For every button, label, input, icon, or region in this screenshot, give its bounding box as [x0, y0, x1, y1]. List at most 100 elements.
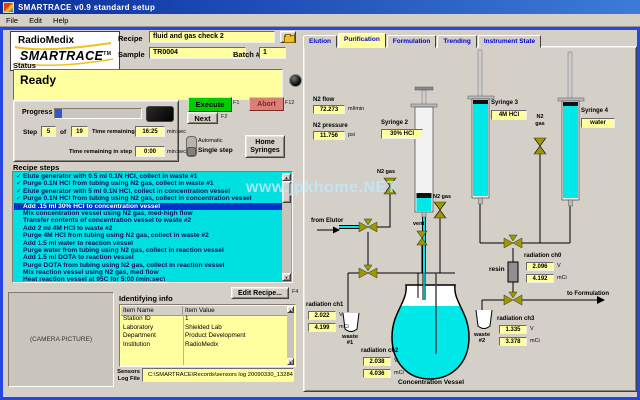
tab-instrument-state[interactable]: Instrument State: [478, 35, 541, 48]
sample-input[interactable]: TR0004: [149, 47, 246, 59]
home-syringes-label: Home Syringes: [248, 139, 282, 154]
info-item-name: Station ID: [121, 315, 183, 324]
recipe-step[interactable]: ✓Elute generator with 0.5 ml 0.1N HCl, c…: [14, 173, 282, 180]
info-item-value: 1: [183, 315, 287, 324]
recipe-step[interactable]: Purge 4M HCl from tubing using N2 gas, c…: [14, 232, 282, 239]
info-col-name: Item Name: [121, 306, 183, 315]
progress-bar: [54, 108, 142, 119]
edit-recipe-button[interactable]: Edit Recipe...: [231, 287, 289, 299]
syringe3-label: Syringe 3: [491, 100, 518, 106]
syringe4-graphic: [558, 52, 584, 206]
vent-label: vent: [413, 221, 424, 227]
next-fkey: F2: [221, 114, 227, 120]
execute-button[interactable]: Execute: [188, 97, 232, 112]
folder-icon: [284, 35, 295, 43]
home-syringes-button[interactable]: Home Syringes: [245, 135, 285, 158]
status-led: [289, 74, 302, 87]
recipe-step[interactable]: Add 1.5 ml water to reaction vessel: [14, 240, 282, 247]
identifying-info-table: Item Name Item Value Station ID1Laborato…: [119, 304, 296, 367]
info-item-name: Institution: [121, 341, 183, 350]
menu-bar: File Edit Help: [0, 14, 640, 27]
recipe-step-text: Elute generator with 0.5 ml 0.1N HCl, co…: [23, 173, 197, 180]
tab-trending[interactable]: Trending: [437, 35, 476, 48]
recipe-step[interactable]: Purge water from tubing using N2 gas, co…: [14, 247, 282, 254]
info-row[interactable]: LaboratoryShielded Lab: [121, 324, 287, 333]
log-file-path[interactable]: C:\SMARTRACE\Records\sensors log 2009033…: [142, 368, 294, 382]
radiation-ch1-volts-unit: V: [339, 312, 343, 318]
check-icon: ✓: [16, 180, 23, 187]
syringe4-content: water: [581, 118, 615, 128]
scroll-thumb[interactable]: [282, 181, 291, 203]
recipe-step-text: Purge 0.1N HCl from tubing using N2 gas,…: [23, 195, 252, 202]
waste2-line2: #2: [469, 338, 495, 344]
waste2-label: waste #2: [469, 332, 495, 345]
recipe-step[interactable]: Purge DOTA from tubing using N2 gas, col…: [14, 262, 282, 269]
recipe-step-text: Elute generator with 5 ml 0.1N HCl, coll…: [23, 188, 230, 195]
mode-single-step-label: Single step: [198, 147, 233, 154]
log-file-label-line2: Log File: [112, 376, 140, 383]
junction-valve-3: [504, 235, 522, 248]
info-scrollbar[interactable]: ▲ ▼: [287, 306, 294, 365]
syringe2-label: Syringe 2: [381, 120, 408, 126]
radiation-ch3-activity: 3.378: [499, 337, 527, 346]
menu-help[interactable]: Help: [53, 16, 68, 25]
n2-gas-label-left: N2 gas: [377, 169, 395, 175]
radiation-ch3-label: radiation ch3: [497, 316, 534, 322]
tab-elution[interactable]: Elution: [303, 35, 337, 48]
open-recipe-button[interactable]: [280, 31, 296, 43]
next-button[interactable]: Next: [187, 112, 218, 124]
waste1-line2: #1: [337, 340, 363, 346]
recipe-step-text: Transfer contents of concentration vesse…: [23, 217, 191, 224]
step-label: Step: [23, 129, 37, 136]
radiation-ch2-volts-unit: V: [394, 358, 398, 364]
recipe-step[interactable]: ✓Purge 0.1N HCl from tubing using N2 gas…: [14, 180, 282, 187]
steps-scrollbar[interactable]: ▲ ▼: [282, 173, 291, 281]
recipe-step[interactable]: Heat reaction vessel at 95C for 5:00 (mi…: [14, 276, 282, 281]
tab-formulation[interactable]: Formulation: [387, 35, 437, 48]
info-row[interactable]: InstitutionRadioMedix: [121, 341, 287, 350]
title-bar[interactable]: SMARTRACE v0.9 standard setup: [0, 0, 640, 14]
recipe-step[interactable]: ✓Add .15 ml 30% HCl to concentration ves…: [14, 203, 282, 210]
recipe-step-text: Mix reaction vessel using N2 gas, med fl…: [23, 269, 159, 276]
scroll-up-icon[interactable]: ▲: [282, 173, 291, 181]
radiation-ch0-volts-unit: V: [557, 263, 561, 269]
tab-purification[interactable]: Purification: [338, 33, 386, 48]
recipe-step[interactable]: ✓Elute generator with 5 ml 0.1N HCl, col…: [14, 188, 282, 195]
info-scroll-up-icon[interactable]: ▲: [287, 306, 294, 313]
trademark: TM: [103, 51, 111, 57]
menu-edit[interactable]: Edit: [29, 16, 42, 25]
from-elutor-arrow: [333, 227, 340, 234]
mode-automatic-label: Automatic: [198, 138, 222, 144]
edit-recipe-fkey: F4: [292, 289, 298, 295]
recipe-steps-list: ✓Elute generator with 0.5 ml 0.1N HCl, c…: [12, 171, 293, 283]
app-icon: [3, 2, 14, 13]
status-text: Ready: [20, 73, 56, 87]
recipe-step-text: Mix concentration vessel using N2 gas, m…: [23, 210, 193, 217]
toggle-knob: [187, 147, 196, 156]
radiation-ch1-label: radiation ch1: [306, 302, 343, 308]
recipe-step[interactable]: Mix reaction vessel using N2 gas, med fl…: [14, 269, 282, 276]
brand-radiomedix: RadioMedix: [18, 35, 74, 46]
junction-valve-4: [504, 292, 522, 305]
scroll-down-icon[interactable]: ▼: [282, 273, 291, 281]
recipe-input[interactable]: fluid and gas check 2: [149, 31, 275, 43]
recipe-step[interactable]: Add 1.5 ml DOTA to reaction vessel: [14, 254, 282, 261]
recipe-step[interactable]: Add 2 ml 4M HCl to waste #2: [14, 225, 282, 232]
recipe-step[interactable]: ✓Purge 0.1N HCl from tubing using N2 gas…: [14, 195, 282, 202]
info-scroll-down-icon[interactable]: ▼: [287, 358, 294, 365]
radiation-ch3-volts-unit: V: [530, 326, 534, 332]
menu-file[interactable]: File: [6, 16, 18, 25]
recipe-step[interactable]: Mix concentration vessel using N2 gas, m…: [14, 210, 282, 217]
batch-input[interactable]: 1: [259, 47, 286, 59]
window-title: SMARTRACE v0.9 standard setup: [18, 3, 155, 12]
radiation-ch3-volts: 1.335: [499, 325, 527, 334]
info-row[interactable]: DepartmentProduct Development: [121, 332, 287, 341]
execute-fkey: F1: [233, 100, 239, 106]
radiation-ch1-volts: 2.022: [308, 311, 336, 320]
mode-toggle[interactable]: [186, 136, 197, 157]
abort-button[interactable]: Abort: [249, 97, 284, 111]
info-row[interactable]: Station ID1: [121, 315, 287, 324]
progress-fill: [55, 109, 62, 118]
recipe-step-text: Purge water from tubing using N2 gas, co…: [23, 247, 224, 254]
recipe-step[interactable]: Transfer contents of concentration vesse…: [14, 217, 282, 224]
